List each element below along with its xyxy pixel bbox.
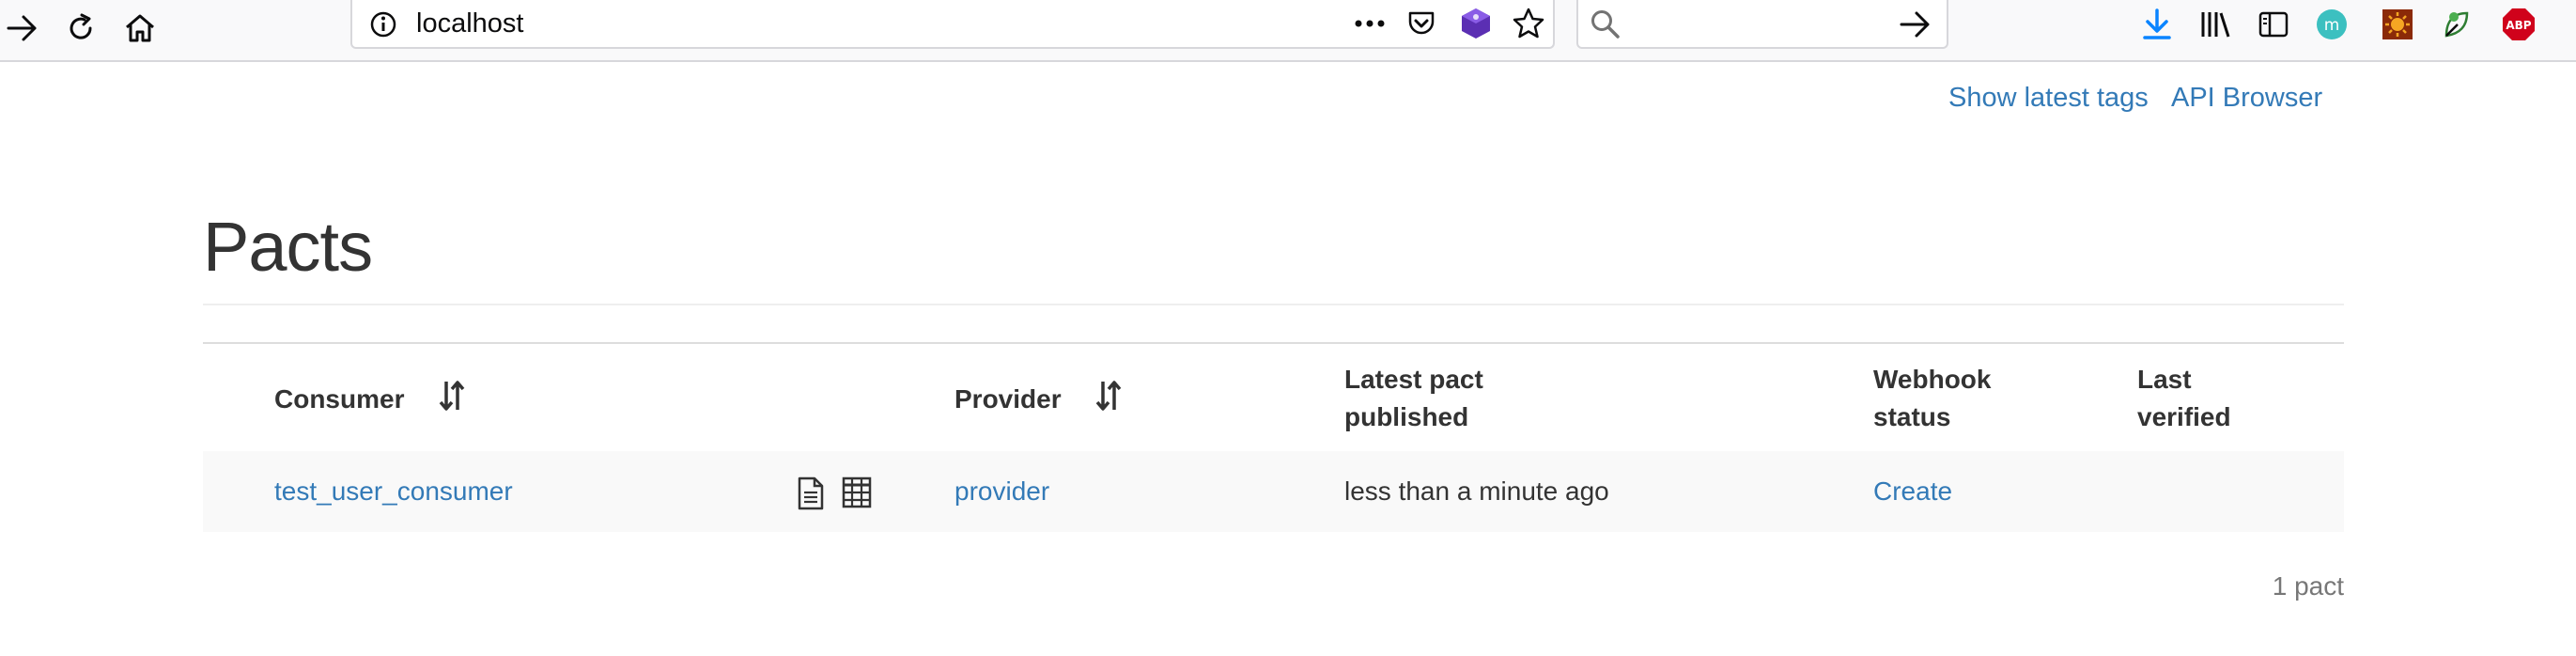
extension-m-icon[interactable]: m xyxy=(2315,8,2349,46)
table-row xyxy=(203,451,2344,532)
show-latest-tags-link[interactable]: Show latest tags xyxy=(1948,83,2149,114)
header-webhook-line1: Webhook xyxy=(1873,365,1992,394)
header-latest-pact-line1: Latest pact xyxy=(1344,365,1483,394)
browser-toolbar: localhost m ABP xyxy=(0,0,2576,62)
sort-icon[interactable] xyxy=(438,380,466,422)
svg-text:ABP: ABP xyxy=(2506,19,2531,32)
pact-count: 1 pact xyxy=(2272,571,2344,601)
document-icon[interactable] xyxy=(797,476,825,515)
home-icon[interactable] xyxy=(117,6,163,51)
header-consumer-label: Consumer xyxy=(274,383,405,414)
url-bar[interactable]: localhost xyxy=(350,0,1555,49)
forward-icon[interactable] xyxy=(0,6,45,51)
sort-icon[interactable] xyxy=(1094,380,1123,422)
svg-text:m: m xyxy=(2324,16,2340,35)
downloads-icon[interactable] xyxy=(2140,8,2174,46)
header-latest-pact-published: Latest pact published xyxy=(1344,361,1483,436)
sidebar-icon[interactable] xyxy=(2257,8,2290,46)
header-webhook-status: Webhook status xyxy=(1873,361,1991,436)
adblock-icon[interactable]: ABP xyxy=(2501,7,2537,47)
bookmark-star-icon[interactable] xyxy=(1512,7,1545,45)
search-icon xyxy=(1590,8,1622,45)
library-icon[interactable] xyxy=(2198,8,2232,46)
header-webhook-line2: status xyxy=(1873,402,1951,431)
header-latest-pact-line2: published xyxy=(1344,402,1469,431)
reload-icon[interactable] xyxy=(58,6,103,51)
header-last-verified: Last verified xyxy=(2137,361,2231,436)
provider-link[interactable]: provider xyxy=(954,473,1049,510)
search-go-icon[interactable] xyxy=(1900,10,1932,43)
info-icon[interactable] xyxy=(369,10,397,43)
matrix-table-icon[interactable] xyxy=(842,476,872,513)
extension-cube-icon[interactable] xyxy=(1459,7,1493,45)
pocket-icon[interactable] xyxy=(1406,8,1436,43)
search-bar[interactable] xyxy=(1576,0,1948,49)
page-actions-icon[interactable] xyxy=(1354,12,1386,39)
table-top-border xyxy=(203,342,2344,344)
create-webhook-link[interactable]: Create xyxy=(1873,473,1952,510)
header-last-verified-line1: Last xyxy=(2137,365,2192,394)
latest-pact-published-value: less than a minute ago xyxy=(1344,476,1609,506)
extension-sun-icon[interactable] xyxy=(2381,8,2414,46)
consumer-link[interactable]: test_user_consumer xyxy=(274,473,513,510)
api-browser-link[interactable]: API Browser xyxy=(2171,83,2322,114)
url-text[interactable]: localhost xyxy=(416,8,523,39)
header-provider[interactable]: Provider xyxy=(954,380,1123,422)
header-last-verified-line2: verified xyxy=(2137,402,2231,431)
page-title: Pacts xyxy=(203,208,373,286)
extension-leaf-icon[interactable] xyxy=(2439,8,2473,46)
header-consumer[interactable]: Consumer xyxy=(274,380,466,422)
title-divider xyxy=(203,304,2344,305)
header-provider-label: Provider xyxy=(954,383,1062,414)
